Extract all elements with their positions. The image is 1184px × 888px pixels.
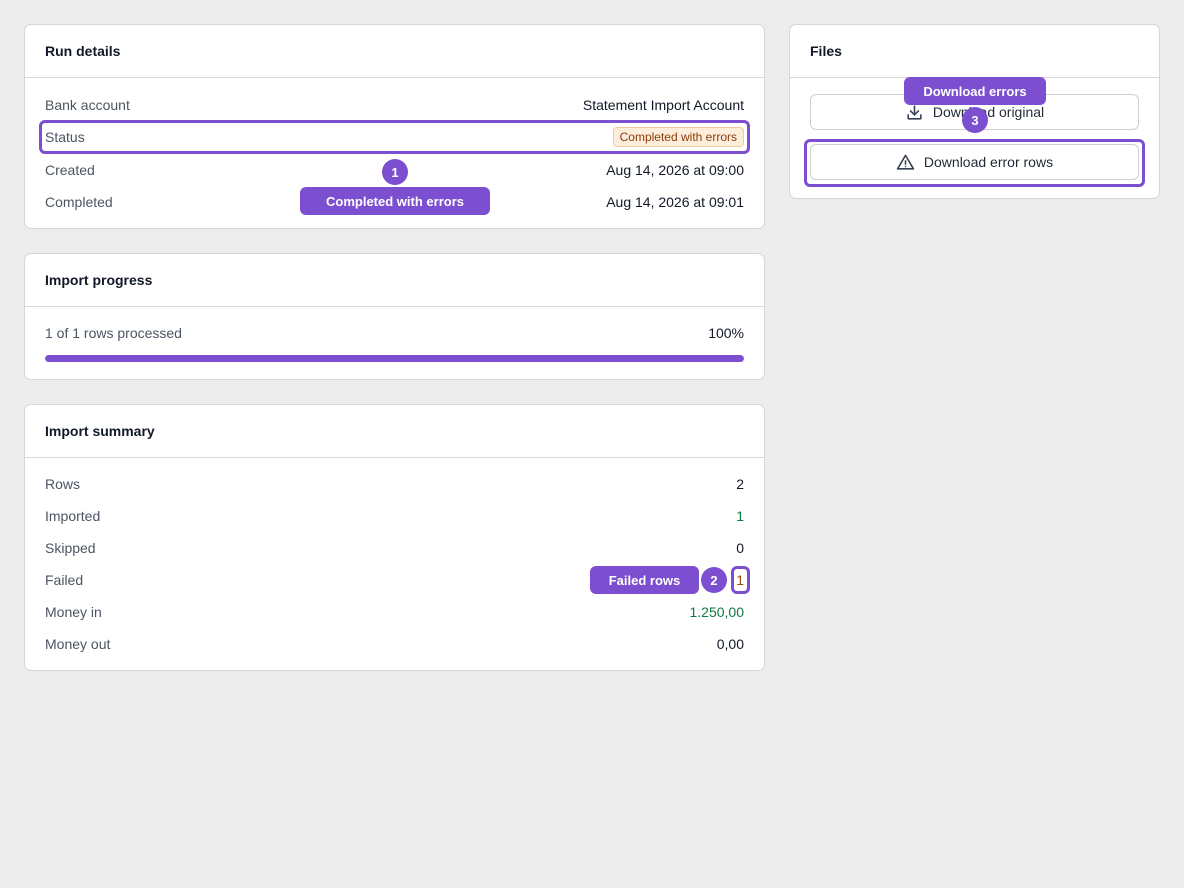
rows-processed-text: 1 of 1 rows processed xyxy=(45,325,182,341)
import-summary-card: Import summary Rows 2 Imported 1 Skipped… xyxy=(24,404,765,671)
bank-account-label: Bank account xyxy=(45,97,130,113)
rows-value: 2 xyxy=(736,476,744,492)
annotation-3-label: Download errors xyxy=(904,77,1046,105)
import-progress-card: Import progress 1 of 1 rows processed 10… xyxy=(24,253,765,380)
annotation-2-label: Failed rows xyxy=(590,566,699,594)
progress-text-row: 1 of 1 rows processed 100% xyxy=(45,317,744,349)
skipped-label: Skipped xyxy=(45,540,96,556)
annotation-2-number: 2 xyxy=(701,567,727,593)
bank-account-value: Statement Import Account xyxy=(582,97,744,113)
progress-percent: 100% xyxy=(708,325,744,341)
status-label: Status xyxy=(45,129,85,145)
download-error-rows-label: Download error rows xyxy=(923,154,1054,170)
money-in-label: Money in xyxy=(45,604,102,620)
status-badge: Completed with errors xyxy=(612,127,744,147)
download-original-label: Download original xyxy=(932,104,1045,120)
created-label: Created xyxy=(45,162,95,178)
summary-row-money-out: Money out 0,00 xyxy=(45,628,744,660)
annotation-1-number: 1 xyxy=(382,159,408,185)
imported-label: Imported xyxy=(45,508,101,524)
summary-row-rows: Rows 2 xyxy=(45,468,744,500)
warning-triangle-icon xyxy=(896,154,915,170)
money-in-value: 1.250,00 xyxy=(689,604,745,620)
annotation-1-label: Completed with errors xyxy=(300,187,490,215)
failed-label: Failed xyxy=(45,572,84,588)
import-progress-title: Import progress xyxy=(25,254,764,307)
run-details-title: Run details xyxy=(25,25,764,78)
summary-row-imported: Imported 1 xyxy=(45,500,744,532)
money-out-label: Money out xyxy=(45,636,111,652)
skipped-value: 0 xyxy=(736,540,744,556)
download-icon xyxy=(907,104,922,120)
money-out-value: 0,00 xyxy=(716,636,744,652)
progress-bar-fill xyxy=(45,355,744,362)
download-error-rows-button[interactable]: Download error rows xyxy=(810,144,1139,180)
progress-bar xyxy=(45,355,744,362)
annotation-3-number: 3 xyxy=(962,107,988,133)
failed-value: 1 xyxy=(736,572,744,588)
imported-value: 1 xyxy=(736,508,744,524)
summary-row-money-in: Money in 1.250,00 xyxy=(45,596,744,628)
bank-account-row: Bank account Statement Import Account xyxy=(45,89,744,121)
files-title: Files xyxy=(790,25,1159,78)
status-row: Status Completed with errors xyxy=(45,121,744,153)
created-value: Aug 14, 2026 at 09:00 xyxy=(606,162,744,178)
summary-row-skipped: Skipped 0 xyxy=(45,532,744,564)
completed-value: Aug 14, 2026 at 09:01 xyxy=(606,194,744,210)
completed-label: Completed xyxy=(45,194,113,210)
import-summary-title: Import summary xyxy=(25,405,764,458)
rows-label: Rows xyxy=(45,476,81,492)
